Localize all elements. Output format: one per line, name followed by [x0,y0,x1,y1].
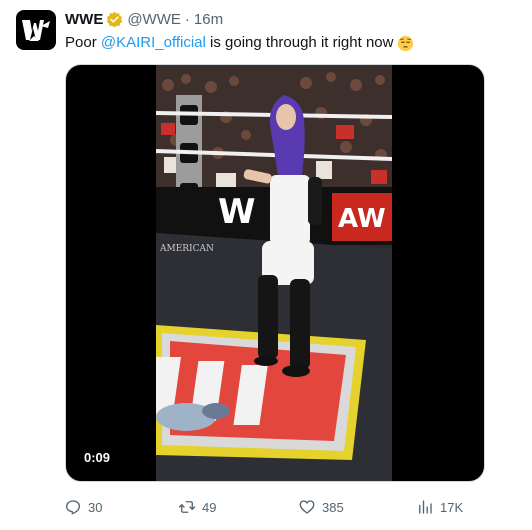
mention-link[interactable]: @KAIRI_official [101,33,206,53]
video-player[interactable]: W AW AMERICAN 0:09 [65,64,485,482]
verified-badge-icon [107,11,123,27]
svg-text:W: W [218,192,256,232]
heart-icon [299,500,315,514]
video-duration: 0:09 [78,447,117,469]
reply-count: 30 [88,499,103,515]
reply-icon [65,500,81,515]
timestamp[interactable]: 16m [194,11,223,28]
pensive-face-emoji [398,35,414,51]
repost-count: 49 [202,499,217,515]
video-frame[interactable]: W AW AMERICAN [156,65,392,481]
avatar[interactable] [16,10,56,50]
tweet-text-suffix: is going through it right now [205,34,394,51]
reply-button[interactable]: 30 [64,496,102,518]
view-count: 17K [440,499,464,515]
tweet-header: WWE @WWE · 16m [65,9,223,29]
tweet-text-prefix: Poor [65,34,101,51]
author-name[interactable]: WWE [65,11,103,28]
tweet-card[interactable]: WWE @WWE · 16m Poor @KAIRI_official is g… [0,0,532,530]
author-handle[interactable]: @WWE [127,11,181,28]
like-count: 385 [322,499,344,515]
like-button[interactable]: 385 [298,496,344,518]
svg-text:AW: AW [338,204,386,234]
wwe-logo-icon [22,20,50,41]
wrestling-scene-image: W AW AMERICAN [156,65,392,481]
analytics-icon [419,500,432,514]
repost-button[interactable]: 49 [178,496,216,518]
svg-text:AMERICAN: AMERICAN [159,244,214,254]
tweet-actions: 30 49 385 17K [62,496,482,518]
separator-dot: · [184,10,190,28]
repost-icon [178,501,196,513]
views-button[interactable]: 17K [416,496,463,518]
tweet-text: Poor @KAIRI_official is going through it… [65,33,414,53]
